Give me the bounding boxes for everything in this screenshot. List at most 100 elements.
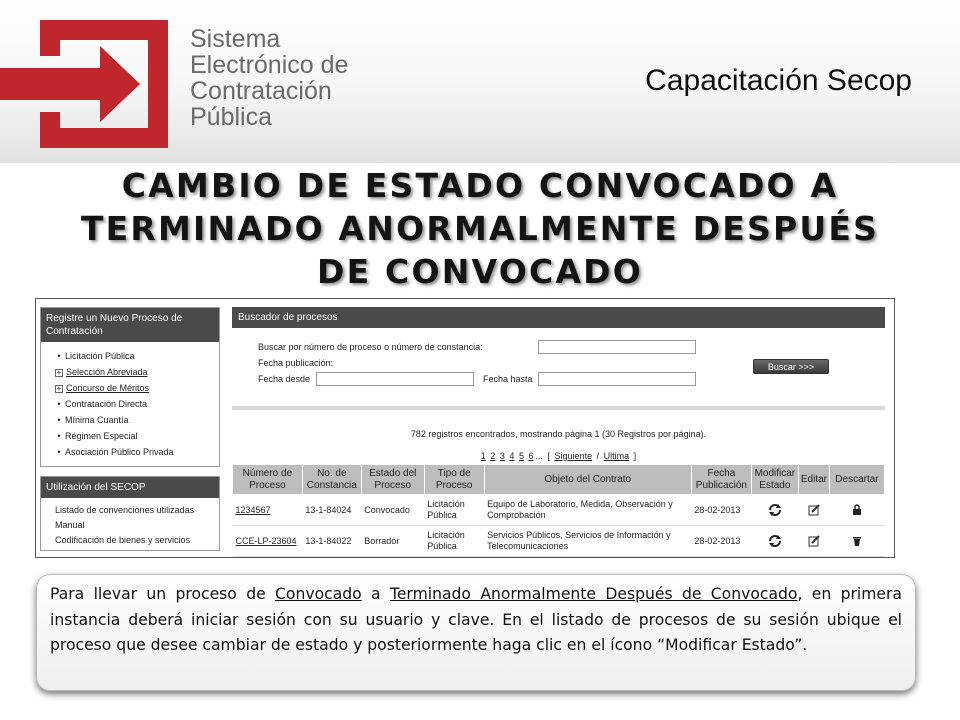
bullet-icon: • [57,431,61,441]
secop-usage-title: Utilización del SECOP [41,477,219,498]
column-header: No. de Constancia [301,464,362,495]
column-header: Descartar [828,464,886,495]
column-header: Editar [797,464,830,495]
process-number-link[interactable]: CCE-LP-23604 [232,525,303,557]
process-number-link[interactable]: 1234567 [232,494,303,526]
caption-underline-convocado: Convocado [275,585,362,603]
search-form: Buscar por número de proceso o número de… [232,328,885,406]
secop-logo-icon [0,20,168,148]
column-header: Estado del Proceso [360,464,425,495]
fecha-cell: 28-02-2013 [691,494,752,526]
menu-label: Contratación Directa [65,399,148,409]
app-screenshot: Registre un Nuevo Proceso de Contratació… [35,298,895,558]
menu-regimen-especial[interactable]: • Régimen Especial [53,428,215,444]
process-search-panel: Buscador de procesos Buscar por número d… [232,307,886,557]
pagination: 1 2 3 4 5 6... [ Siguiente / Ultima ] [232,451,885,461]
slide-title-line: CAMBIO DE ESTADO CONVOCADO A [121,166,839,205]
column-header: Modificar Estado [750,464,799,495]
edit-icon[interactable] [808,504,820,516]
modify-state-cell [751,494,799,526]
discard-cell [829,494,885,526]
header-band: Sistema Electrónico de Contratación Públ… [0,0,960,163]
search-input[interactable] [538,340,696,354]
fecha-desde-input[interactable] [316,372,474,386]
page-link[interactable]: 6 [528,451,533,461]
edit-icon[interactable] [808,535,820,547]
logo-line: Pública [190,103,272,131]
pager-slash: / [596,451,600,461]
trash-icon[interactable] [851,535,863,547]
logo-line: Sistema [190,25,281,53]
modify-state-cell [751,525,799,557]
search-label: Buscar por número de proceso o número de… [258,342,483,352]
link-codificacion[interactable]: Codificación de bienes y servicios [55,533,215,548]
menu-label: Licitación Pública [65,351,135,361]
modify-state-icon[interactable] [767,503,783,517]
page-link[interactable]: 1 [481,451,486,461]
discard-cell [829,525,885,557]
bullet-icon: • [57,447,61,457]
caption-text: Para llevar un proceso de [50,585,276,603]
objeto-cell: Servicios Públicos, Servicios de Informa… [484,525,692,557]
caption-text: a [361,585,390,603]
menu-label: Selección Abreviada [66,367,148,377]
link-manual[interactable]: Manual [55,518,215,533]
modify-state-icon[interactable] [767,534,783,548]
table-header-row: Número de Proceso No. de Constancia Esta… [232,464,886,495]
column-header: Número de Proceso [232,464,303,495]
constancia-cell: 13-1-84024 [302,494,362,526]
header-title: Capacitación Secop [645,64,912,97]
tipo-cell: Licitación Pública [424,525,485,557]
fecha-hasta-input[interactable] [538,372,696,386]
next-page-link[interactable]: Siguiente [555,451,593,461]
menu-label: Régimen Especial [65,431,138,441]
page-link[interactable]: 5 [519,451,524,461]
page-link[interactable]: 2 [490,451,495,461]
table-row: CCE-LP-23604 13-1-84022 Borrador Licitac… [232,525,885,557]
menu-label: Concurso de Méritos [66,383,150,393]
pager-bracket: [ [547,451,551,461]
menu-minima-cuantia[interactable]: • Mínima Cuantía [53,412,215,428]
new-process-title: Registre un Nuevo Proceso de Contratació… [41,308,219,342]
link-listado-convenciones[interactable]: Listado de convenciones utilizadas [55,503,215,518]
bullet-icon: • [57,399,61,409]
caption-underline-terminado: Terminado Anormalmente Después de Convoc… [389,585,798,603]
expand-icon[interactable]: + [55,369,63,377]
slide-title: CAMBIO DE ESTADO CONVOCADO A TERMINADO A… [0,164,960,293]
page-link[interactable]: 3 [500,451,505,461]
bullet-icon: • [57,351,61,361]
menu-label: Asociación Público Privada [65,447,174,457]
pager-bracket: ] [633,451,637,461]
menu-contratacion-directa[interactable]: • Contratación Directa [53,396,215,412]
fecha-desde-label: Fecha desde [258,374,311,384]
edit-cell [798,494,830,526]
slide-title-line: DE CONVOCADO [317,252,643,291]
last-page-link[interactable]: Ultima [604,451,630,461]
objeto-cell: Equipo de Laboratorio, Medida, Observaci… [484,494,692,526]
pager-ellipsis: ... [535,451,543,461]
expand-icon[interactable]: + [55,385,63,393]
fecha-publicacion-label: Fecha publicación: [258,358,334,368]
table-row: 1234567 13-1-84024 Convocado Licitación … [232,494,885,526]
page-link[interactable]: 4 [509,451,514,461]
search-title: Buscador de procesos [232,307,885,328]
left-sidebar: Registre un Nuevo Proceso de Contratació… [40,307,220,551]
fecha-hasta-label: Fecha hasta [483,374,533,384]
divider [232,406,885,410]
column-header: Fecha Publicación [690,464,752,495]
process-table: Número de Proceso No. de Constancia Esta… [232,464,886,557]
secop-usage-box: Utilización del SECOP Listado de convenc… [40,476,220,551]
menu-seleccion-abreviada[interactable]: + Selección Abreviada [53,364,215,380]
slide: Sistema Electrónico de Contratación Públ… [0,0,960,720]
logo-line: Contratación [190,77,332,105]
records-count: 782 registros encontrados, mostrando pág… [410,429,707,439]
edit-cell [798,525,830,557]
search-button[interactable]: Buscar >>> [753,359,829,374]
menu-concurso-meritos[interactable]: + Concurso de Méritos [53,380,215,396]
new-process-box: Registre un Nuevo Proceso de Contratació… [40,307,220,467]
instruction-caption: Para llevar un proceso de Convocado a Te… [36,574,916,691]
menu-asociacion-publico-privada[interactable]: • Asociación Público Privada [53,444,215,460]
menu-licitacion-publica[interactable]: • Licitación Pública [53,348,215,364]
estado-cell: Borrador [361,525,425,557]
lock-icon[interactable] [851,504,863,516]
